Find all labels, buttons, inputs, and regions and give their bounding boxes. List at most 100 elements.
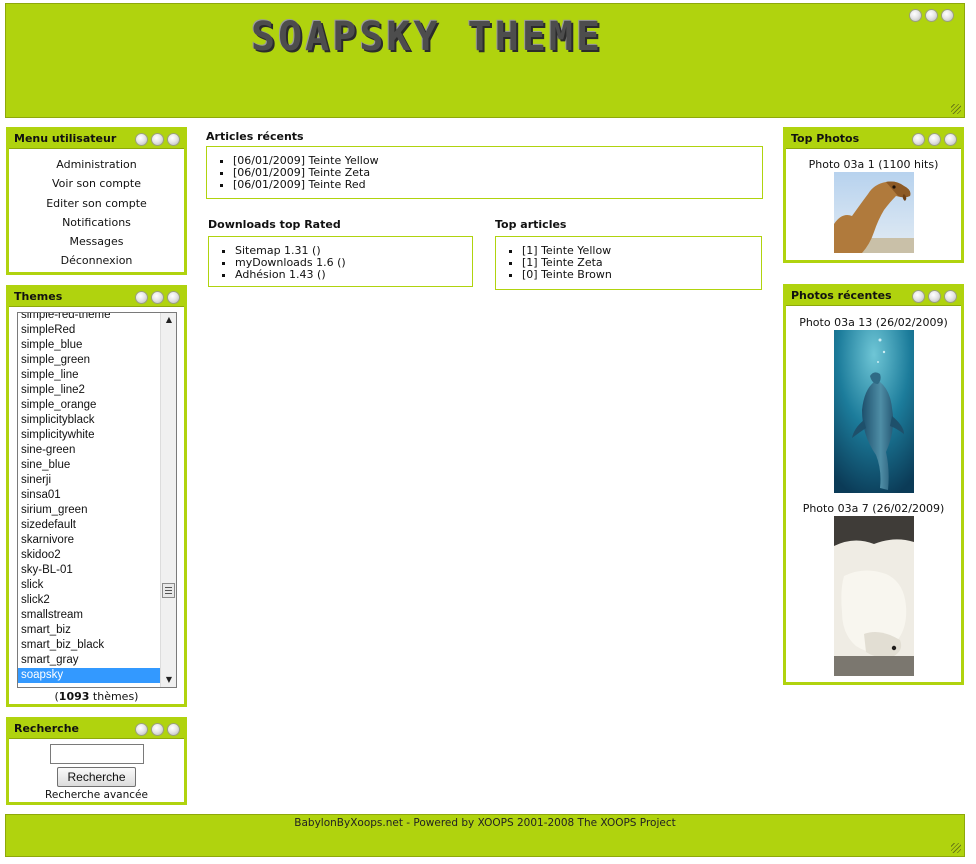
maximize-button[interactable] bbox=[151, 133, 164, 146]
list-item[interactable]: [06/01/2009] Teinte Red bbox=[233, 179, 762, 191]
theme-option[interactable]: sky-BL-01 bbox=[18, 563, 161, 578]
recent-photos-window-buttons bbox=[912, 290, 957, 303]
theme-list-scrollbar[interactable]: ▲ ▼ bbox=[160, 313, 176, 687]
resize-grip-icon[interactable] bbox=[951, 104, 961, 114]
menu-link-logout[interactable]: Déconnexion bbox=[61, 254, 133, 267]
top-photos-body: Photo 03a 1 (1100 hits) bbox=[786, 148, 961, 253]
theme-option[interactable]: sinsa01 bbox=[18, 488, 161, 503]
menu-link-administration[interactable]: Administration bbox=[56, 158, 137, 171]
menu-link-edit-account[interactable]: Editer son compte bbox=[46, 197, 147, 210]
theme-option[interactable]: smallstream bbox=[18, 608, 161, 623]
user-menu-window-buttons bbox=[135, 133, 180, 146]
camel-photo[interactable] bbox=[833, 172, 914, 253]
site-logo-title: SOAPSKY THEME bbox=[251, 14, 604, 60]
themes-block: Themes simple-red-theme simpleRed simple_b… bbox=[6, 285, 187, 707]
recent-photos-title: Photos récentes bbox=[791, 289, 892, 302]
theme-option[interactable]: simple_orange bbox=[18, 398, 161, 413]
dolphin-photo[interactable] bbox=[833, 330, 914, 493]
top-articles-title: Top articles bbox=[495, 218, 567, 231]
menu-link-messages[interactable]: Messages bbox=[70, 235, 124, 248]
theme-option[interactable]: simpleRed bbox=[18, 323, 161, 338]
downloads-list: Sitemap 1.31 () myDownloads 1.6 () Adhés… bbox=[215, 245, 472, 281]
minimize-button[interactable] bbox=[135, 723, 148, 736]
theme-option[interactable]: simple-red-theme bbox=[18, 313, 161, 323]
photo-caption[interactable]: Photo 03a 7 (26/02/2009) bbox=[786, 502, 961, 515]
theme-option[interactable]: soapsky bbox=[18, 668, 161, 683]
theme-select-listbox[interactable]: simple-red-theme simpleRed simple_blue simp… bbox=[17, 312, 177, 688]
menu-item: Editer son compte bbox=[9, 194, 184, 213]
close-button[interactable] bbox=[944, 290, 957, 303]
user-menu-block: Menu utilisateur Administration Voir son… bbox=[6, 127, 187, 275]
theme-option[interactable]: sizedefault bbox=[18, 518, 161, 533]
search-title: Recherche bbox=[14, 722, 79, 735]
theme-option[interactable]: simple_line bbox=[18, 368, 161, 383]
theme-option[interactable]: simple_blue bbox=[18, 338, 161, 353]
maximize-button[interactable] bbox=[151, 723, 164, 736]
close-button[interactable] bbox=[941, 9, 954, 22]
recent-articles-box: [06/01/2009] Teinte Yellow [06/01/2009] … bbox=[206, 146, 763, 199]
theme-option[interactable]: sinerji bbox=[18, 473, 161, 488]
theme-option[interactable]: simple_green bbox=[18, 353, 161, 368]
themes-window-buttons bbox=[135, 291, 180, 304]
photo-caption[interactable]: Photo 03a 1 (1100 hits) bbox=[786, 158, 961, 171]
close-button[interactable] bbox=[167, 133, 180, 146]
close-button[interactable] bbox=[944, 133, 957, 146]
minimize-button[interactable] bbox=[912, 290, 925, 303]
search-header: Recherche bbox=[9, 720, 184, 738]
top-photos-block: Top Photos Photo 03a 1 (1100 hits) bbox=[783, 127, 964, 263]
minimize-button[interactable] bbox=[135, 133, 148, 146]
minimize-button[interactable] bbox=[909, 9, 922, 22]
theme-option[interactable]: sirium_green bbox=[18, 503, 161, 518]
theme-option[interactable]: skarnivore bbox=[18, 533, 161, 548]
theme-count-line: (1093 thèmes) bbox=[9, 690, 184, 703]
theme-count-suffix: thèmes) bbox=[89, 690, 139, 703]
polar-bear-photo[interactable] bbox=[833, 516, 914, 676]
recent-photos-body: Photo 03a 13 (26/02/2009) Photo 03a 7 (2… bbox=[786, 305, 961, 676]
list-item[interactable]: [0] Teinte Brown bbox=[522, 269, 761, 281]
top-photos-header: Top Photos bbox=[786, 130, 961, 148]
downloads-top-rated-box: Sitemap 1.31 () myDownloads 1.6 () Adhés… bbox=[208, 236, 473, 287]
top-photos-window-buttons bbox=[912, 133, 957, 146]
theme-option[interactable]: smart_biz bbox=[18, 623, 161, 638]
maximize-button[interactable] bbox=[928, 290, 941, 303]
maximize-button[interactable] bbox=[925, 9, 938, 22]
theme-option[interactable]: smart_gray bbox=[18, 653, 161, 668]
theme-option[interactable]: slick2 bbox=[18, 593, 161, 608]
themes-title: Themes bbox=[14, 290, 63, 303]
search-window-buttons bbox=[135, 723, 180, 736]
theme-option[interactable]: simple_line2 bbox=[18, 383, 161, 398]
theme-option[interactable]: sine-green bbox=[18, 443, 161, 458]
list-item[interactable]: Adhésion 1.43 () bbox=[235, 269, 472, 281]
recent-photos-header: Photos récentes bbox=[786, 287, 961, 305]
resize-grip-icon[interactable] bbox=[951, 843, 961, 853]
menu-item: Messages bbox=[9, 232, 184, 251]
user-menu-title: Menu utilisateur bbox=[14, 132, 117, 145]
theme-option[interactable]: slick bbox=[18, 578, 161, 593]
search-input[interactable] bbox=[49, 744, 144, 764]
close-button[interactable] bbox=[167, 723, 180, 736]
recent-articles-title: Articles récents bbox=[206, 130, 304, 143]
menu-item: Administration bbox=[9, 155, 184, 174]
top-photos-title: Top Photos bbox=[791, 132, 860, 145]
photo-caption[interactable]: Photo 03a 13 (26/02/2009) bbox=[786, 316, 961, 329]
theme-option[interactable]: simplicitywhite bbox=[18, 428, 161, 443]
menu-item: Voir son compte bbox=[9, 174, 184, 193]
advanced-search-link[interactable]: Recherche avancée bbox=[9, 789, 184, 801]
scroll-down-arrow-icon[interactable]: ▼ bbox=[161, 673, 176, 687]
minimize-button[interactable] bbox=[135, 291, 148, 304]
recent-photos-block: Photos récentes Photo 03a 13 (26/02/2009… bbox=[783, 284, 964, 685]
menu-link-view-account[interactable]: Voir son compte bbox=[52, 177, 141, 190]
menu-link-notifications[interactable]: Notifications bbox=[62, 216, 131, 229]
theme-option[interactable]: sine_blue bbox=[18, 458, 161, 473]
maximize-button[interactable] bbox=[928, 133, 941, 146]
theme-option[interactable]: skidoo2 bbox=[18, 548, 161, 563]
theme-option[interactable]: simplicityblack bbox=[18, 413, 161, 428]
scroll-up-arrow-icon[interactable]: ▲ bbox=[161, 313, 176, 327]
maximize-button[interactable] bbox=[151, 291, 164, 304]
theme-option[interactable]: smart_biz_black bbox=[18, 638, 161, 653]
themes-body: simple-red-theme simpleRed simple_blue simp… bbox=[9, 306, 184, 704]
minimize-button[interactable] bbox=[912, 133, 925, 146]
search-button[interactable]: Recherche bbox=[57, 767, 136, 787]
scroll-thumb[interactable] bbox=[162, 583, 175, 598]
close-button[interactable] bbox=[167, 291, 180, 304]
